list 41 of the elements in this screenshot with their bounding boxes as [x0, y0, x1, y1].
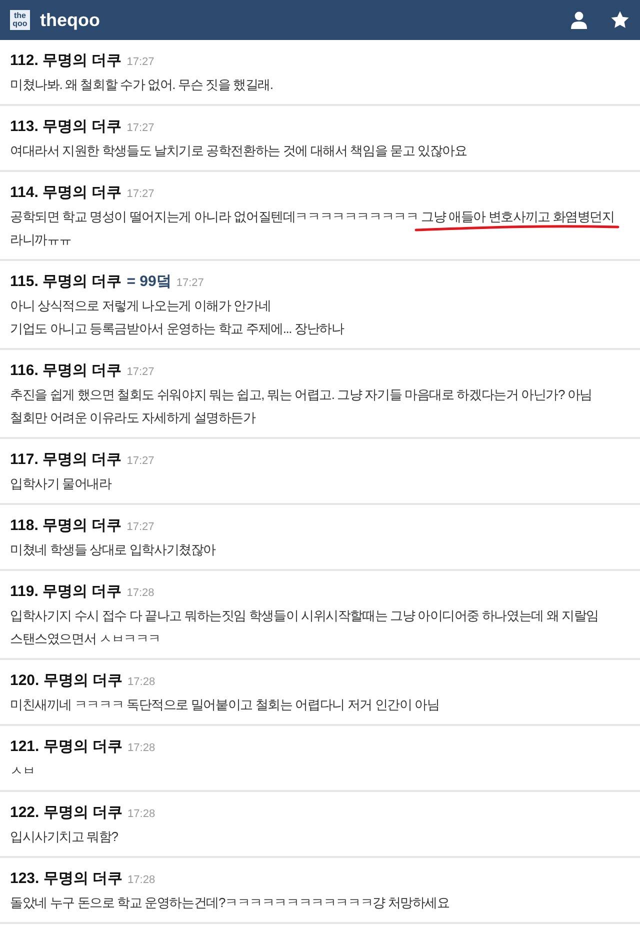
comment-time: 17:28 — [128, 873, 156, 888]
comment-text: 입학사기 물어내라 — [10, 475, 113, 493]
comment-text: 미쳤나봐. 왜 철회할 수가 없어. 무슨 짓을 했길래. — [10, 76, 274, 94]
user-icon[interactable] — [570, 11, 588, 29]
comment-time: 17:27 — [126, 187, 154, 202]
comment-text: 아니 상식적으로 저렇게 나오는게 이해가 안가네 기업도 아니고 등록금받아서 운영하는 학교 주제에... 장난하나 — [10, 297, 346, 338]
comment-time: 17:28 — [128, 741, 156, 756]
comment-text: 미쳤네 학생들 상대로 입학사기쳤잖아 — [10, 541, 217, 559]
comment-text: 여대라서 지원한 학생들도 날치기로 공학전환하는 것에 대해서 책임을 묻고 있잖아요 — [10, 142, 468, 160]
comment-text: 추진을 쉽게 했으면 철회도 쉬워야지 뭐는 쉽고, 뭐는 어렵고. 그냥 자기들 마음대로 하겠다는거 아닌가? 아님 철회만 어려운 이유라도 자세하게 설명하든가 — [10, 386, 594, 427]
comment-author: 119. 무명의 더쿠 — [10, 582, 122, 602]
comment-author: 113. 무명의 더쿠 — [10, 117, 122, 137]
comment-author: 122. 무명의 더쿠 — [10, 803, 123, 823]
logo-icon[interactable]: the qoo — [10, 10, 30, 30]
comment-text: ㅅㅂ — [10, 762, 36, 780]
comment-author: 115. 무명의 더쿠 — [10, 272, 122, 292]
star-icon[interactable] — [610, 10, 630, 30]
comment-text: 입학사기지 수시 접수 다 끝나고 뭐하는짓임 학생들이 시위시작할때는 그냥 아이디어중 하나였는데 왜 지랄임 스탠스였으면서 ㅅㅂㅋㅋㅋ — [10, 607, 600, 648]
comment-time: 17:28 — [128, 807, 156, 822]
comment-author: 121. 무명의 더쿠 — [10, 737, 123, 757]
comment-author: 120. 무명의 더쿠 — [10, 671, 123, 691]
comment-author: 123. 무명의 더쿠 — [10, 869, 123, 889]
comment-author: 114. 무명의 더쿠 — [10, 183, 122, 203]
site-title[interactable]: theqoo — [40, 6, 100, 34]
comment-author: 116. 무명의 더쿠 — [10, 361, 122, 381]
comment-time: 17:27 — [126, 520, 154, 535]
comment-time: 17:27 — [126, 55, 154, 70]
comment-author: 118. 무명의 더쿠 — [10, 516, 122, 536]
comment-text: 돌았네 누구 돈으로 학교 운영하는건데?ㅋㅋㅋㅋㅋㅋㅋㅋㅋㅋㅋㅋ걍 처망하세요 — [10, 894, 450, 912]
comment-time: 17:27 — [126, 365, 154, 380]
comment-time: 17:27 — [126, 454, 154, 469]
comment-text: 미친새끼네 ㅋㅋㅋㅋ 독단적으로 밀어붙이고 철회는 어렵다니 저거 인간이 아님 — [10, 696, 440, 714]
comment-text: 공학되면 학교 명성이 떨어지는게 아니라 없어질텐데ㅋㅋㅋㅋㅋㅋㅋㅋㅋㅋ 그냥 애들아 변호사끼고 화염병던지 라니까ㅠㅠ — [10, 208, 616, 249]
author-tag: = 99덬 — [126, 271, 172, 294]
comment-author: 112. 무명의 더쿠 — [10, 51, 122, 71]
comment-time: 17:28 — [128, 675, 156, 690]
comment-author: 117. 무명의 더쿠 — [10, 450, 122, 470]
comment-time: 17:27 — [176, 276, 204, 291]
comment-text: 입시사기치고 뭐함? — [10, 828, 119, 846]
comment-time: 17:27 — [126, 121, 154, 136]
comment-time: 17:28 — [126, 586, 154, 601]
